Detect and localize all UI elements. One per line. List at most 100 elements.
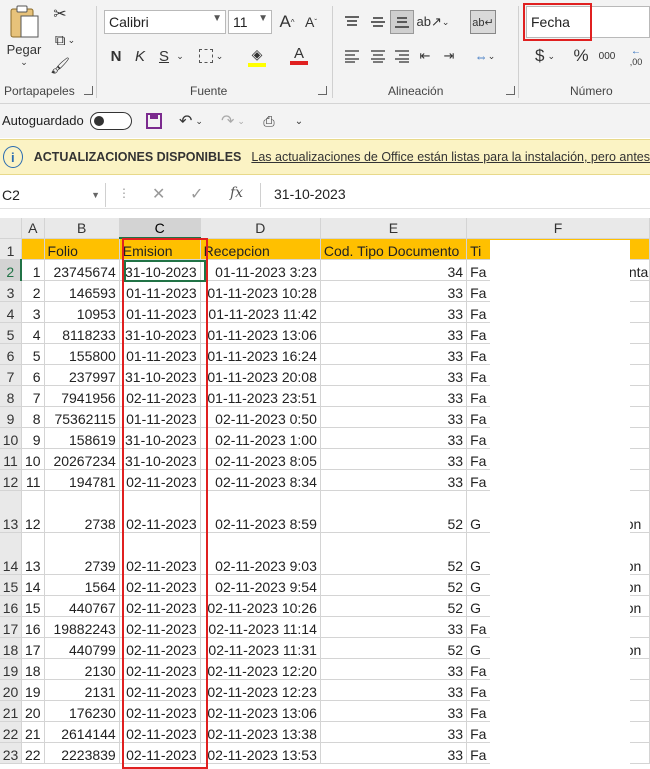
italic-button[interactable]: K [130,45,150,67]
cell-emision[interactable]: 01-11-2023 [119,343,201,365]
align-top-button[interactable] [340,10,364,34]
cell-index[interactable]: 3 [21,301,45,323]
cell-folio[interactable]: 440767 [44,595,120,617]
row-header[interactable]: 8 [0,385,22,407]
cell-index[interactable]: 15 [21,595,45,617]
cell-cod-tipo[interactable]: 33 [320,721,468,743]
merge-center-button[interactable]: ⇔ ⌄ [470,44,500,68]
row-header[interactable]: 11 [0,448,22,470]
cell-index[interactable]: 1 [21,259,45,281]
print-preview-button[interactable]: ⎙ [258,111,280,131]
cell-index[interactable]: 19 [21,679,45,701]
column-header-c[interactable]: C [119,218,201,239]
cell-emision[interactable]: 02-11-2023 [119,658,201,680]
copy-button[interactable]: ⧉ ⌄ [50,30,80,50]
cell-folio[interactable]: 158619 [44,427,120,449]
cell-emision[interactable]: 02-11-2023 [119,574,201,596]
percent-button[interactable]: % [570,44,592,68]
cell-folio[interactable]: 440799 [44,637,120,659]
cell-index[interactable]: 20 [21,700,45,722]
font-color-button[interactable]: A [282,44,316,68]
cell-folio[interactable]: 2614144 [44,721,120,743]
cell-recepcion[interactable]: 02-11-2023 10:26 [200,595,321,617]
column-header-b[interactable]: B [44,218,120,239]
formula-input[interactable]: 31-10-2023 [274,186,346,202]
cell-folio[interactable]: 176230 [44,700,120,722]
cell-recepcion[interactable]: 01-11-2023 13:06 [200,322,321,344]
row-header[interactable]: 7 [0,364,22,386]
name-box[interactable]: C2 ▼ [0,183,106,207]
thousands-button[interactable]: 000 [594,44,620,68]
row-header[interactable]: 20 [0,679,22,701]
cell-cod-tipo[interactable]: 52 [320,574,468,596]
cancel-icon[interactable]: ✕ [152,184,165,204]
cell-cod-tipo[interactable]: 33 [320,658,468,680]
cell-emision[interactable]: 02-11-2023 [119,469,201,491]
cell-index[interactable]: 21 [21,721,45,743]
select-all-corner[interactable] [0,218,22,239]
cell-cod-tipo[interactable]: 52 [320,490,468,533]
cell-index[interactable]: 12 [21,490,45,533]
cell[interactable] [21,238,45,260]
cell-emision[interactable]: 31-10-2023 [119,364,201,386]
font-launcher-icon[interactable] [318,86,327,95]
cell-cod-tipo[interactable]: 33 [320,427,468,449]
row-header[interactable]: 5 [0,322,22,344]
cell-index[interactable]: 8 [21,406,45,428]
cell-recepcion[interactable]: 02-11-2023 13:38 [200,721,321,743]
cell-folio[interactable]: 2131 [44,679,120,701]
enter-icon[interactable]: ✓ [190,184,203,204]
cell-cod-tipo[interactable]: 33 [320,448,468,470]
row-header[interactable]: 16 [0,595,22,617]
cell-cod-tipo[interactable]: 33 [320,700,468,722]
redo-button[interactable]: ↷ ⌄ [216,111,250,131]
cell-recepcion[interactable]: 02-11-2023 13:06 [200,700,321,722]
cell-folio[interactable]: 2738 [44,490,120,533]
align-right-button[interactable] [390,44,414,68]
cell-cod-tipo[interactable]: 33 [320,343,468,365]
cell-cod-tipo[interactable]: 34 [320,259,468,281]
cell-emision[interactable]: 02-11-2023 [119,385,201,407]
cell-index[interactable]: 22 [21,742,45,764]
cell-recepcion[interactable]: 02-11-2023 8:59 [200,490,321,533]
row-header[interactable]: 22 [0,721,22,743]
row-header[interactable]: 12 [0,469,22,491]
underline-dropdown[interactable]: ⌄ [174,45,186,67]
cell-index[interactable]: 18 [21,658,45,680]
row-header[interactable]: 2 [0,259,23,281]
cell-emision[interactable]: 02-11-2023 [119,679,201,701]
cell-recepcion[interactable]: 01-11-2023 16:24 [200,343,321,365]
row-header[interactable]: 1 [0,238,22,260]
cell-folio[interactable]: 2130 [44,658,120,680]
cell-recepcion[interactable]: 01-11-2023 20:08 [200,364,321,386]
cell-emision[interactable]: 31-10-2023 [119,427,201,449]
row-header[interactable]: 19 [0,658,22,680]
cell-recepcion[interactable]: 02-11-2023 1:00 [200,427,321,449]
cell-folio[interactable]: 2739 [44,532,120,575]
cell-folio[interactable]: 7941956 [44,385,120,407]
cell-emision[interactable]: 02-11-2023 [119,700,201,722]
cell-recepcion[interactable]: 02-11-2023 12:23 [200,679,321,701]
cell-folio-header[interactable]: Folio [44,238,120,260]
column-header-a[interactable]: A [21,218,45,239]
cell-cod-tipo[interactable]: 52 [320,637,468,659]
cell-index[interactable]: 14 [21,574,45,596]
align-bottom-button[interactable] [390,10,414,34]
align-left-button[interactable] [340,44,364,68]
increase-decimal-button[interactable]: ← ,00 [622,44,650,68]
cell-index[interactable]: 13 [21,532,45,575]
paste-button[interactable]: Pegar ⌄ [4,4,44,74]
row-header[interactable]: 6 [0,343,22,365]
decrease-font-button[interactable]: Aˇ [300,10,322,34]
underline-button[interactable]: S [154,45,174,67]
save-button[interactable] [144,111,164,131]
cell-recepcion[interactable]: 01-11-2023 11:42 [200,301,321,323]
cell-recepcion[interactable]: 02-11-2023 12:20 [200,658,321,680]
cell-folio[interactable]: 146593 [44,280,120,302]
row-header[interactable]: 17 [0,616,22,638]
cell-folio[interactable]: 10953 [44,301,120,323]
cell-cod-tipo[interactable]: 33 [320,301,468,323]
cell-folio[interactable]: 2223839 [44,742,120,764]
cell-recepcion[interactable]: 02-11-2023 11:14 [200,616,321,638]
cell-recepcion[interactable]: 01-11-2023 3:23 [200,259,321,281]
